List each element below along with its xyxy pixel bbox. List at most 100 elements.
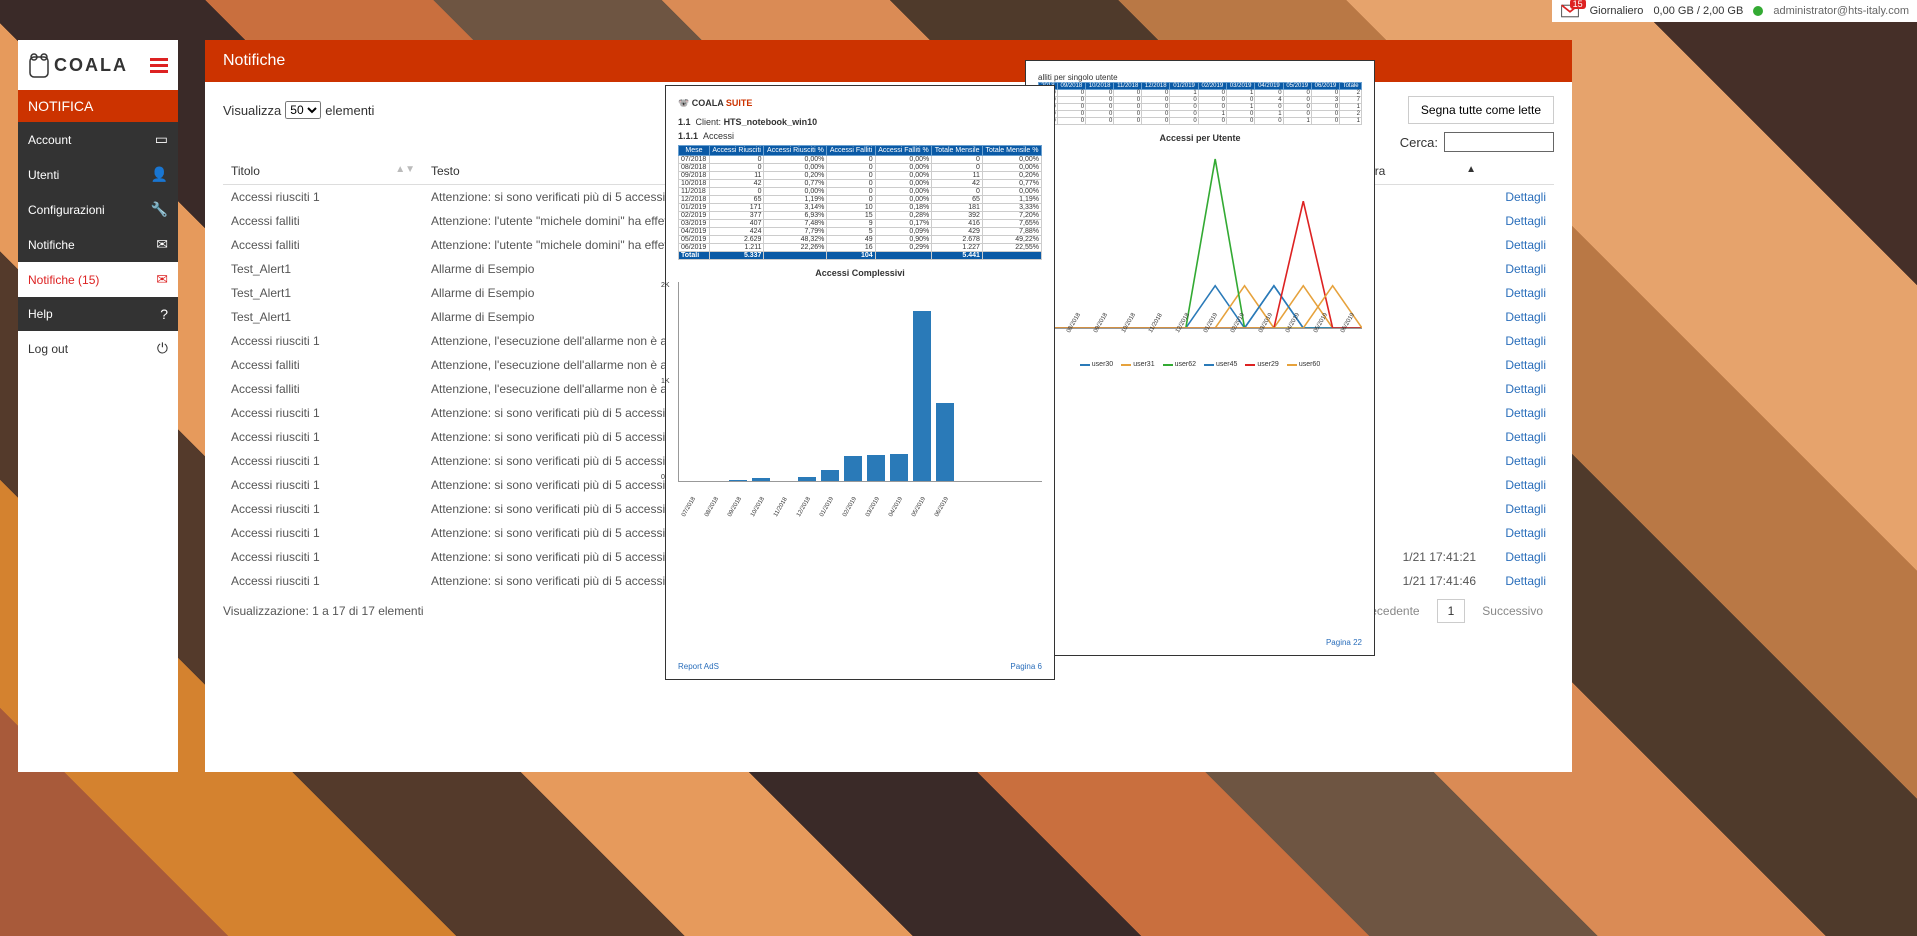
legend-item: user45 [1204,361,1237,368]
next-button[interactable]: Successivo [1471,599,1554,623]
bar [821,470,839,481]
col-title[interactable]: Titolo▲▼ [223,158,423,185]
cell-title: Accessi riusciti 1 [223,545,423,569]
detail-link[interactable]: Dettagli [1505,190,1546,204]
cell-title: Accessi riusciti 1 [223,329,423,353]
sidebar-item-help[interactable]: Help? [18,297,178,331]
cell-title: Accessi riusciti 1 [223,473,423,497]
report2-chart-title: Accessi per Utente [1038,133,1362,143]
sidebar-item-notifiche-15-[interactable]: Notifiche (15) ✉ [18,262,178,297]
sidebar-item-label: Notifiche (15) [28,273,99,287]
storage-label: 0,00 GB / 2,00 GB [1653,5,1743,17]
coala-logo-icon [28,51,50,79]
show-prefix: Visualizza [223,103,281,118]
cell-title: Accessi riusciti 1 [223,449,423,473]
detail-link[interactable]: Dettagli [1505,358,1546,372]
bar [867,455,885,481]
sidebar-item-log-out[interactable]: Log out ⏻ [18,331,178,366]
mark-all-read-button[interactable]: Segna tutte come lette [1408,96,1554,124]
search-input[interactable] [1444,132,1554,152]
detail-link[interactable]: Dettagli [1505,430,1546,444]
detail-link[interactable]: Dettagli [1505,406,1546,420]
report-page-2: alliti per singolo utente 201809/201810/… [1025,60,1375,656]
legend-item: user31 [1121,361,1154,368]
cell-title: Test_Alert1 [223,305,423,329]
sidebar-item-label: Utenti [28,168,59,182]
plan-label: Giornaliero [1590,5,1644,17]
bar [752,478,770,481]
mail-icon: ✉ [156,236,168,253]
cell-title: Accessi riusciti 1 [223,401,423,425]
detail-link[interactable]: Dettagli [1505,502,1546,516]
sidebar-item-label: Help [28,307,53,321]
sidebar-item-configurazioni[interactable]: Configurazioni 🔧 [18,192,178,227]
detail-link[interactable]: Dettagli [1505,526,1546,540]
user-email[interactable]: administrator@hts-italy.com [1773,5,1909,17]
bar-chart: 2K1K0 07/201808/201809/201810/201811/201… [678,282,1042,482]
legend-item: user29 [1245,361,1278,368]
report-page-1: 🐨 COALA SUITE 1.1 Client: HTS_notebook_w… [665,85,1055,680]
report1-footer-right: Pagina 6 [1010,662,1042,671]
sidebar-item-utenti[interactable]: Utenti👤 [18,157,178,192]
sidebar-item-label: Account [28,133,71,147]
report1-footer-left: Report AdS [678,662,719,671]
page-size-select[interactable]: 50 [285,101,321,119]
top-bar: 15 Giornaliero 0,00 GB / 2,00 GB adminis… [1552,0,1917,22]
report2-footer-right: Pagina 22 [1326,638,1362,647]
bar [890,454,908,481]
search-label: Cerca: [1400,135,1438,150]
cell-title: Accessi riusciti 1 [223,185,423,210]
table-info: Visualizzazione: 1 a 17 di 17 elementi [223,604,424,618]
sidebar-item-account[interactable]: Account ▭ [18,122,178,157]
power-icon: ⏻ [157,340,168,357]
mail-icon: ✉ [156,271,168,288]
detail-link[interactable]: Dettagli [1505,382,1546,396]
report1-chart-title: Accessi Complessivi [678,268,1042,278]
status-dot-icon [1753,6,1763,16]
legend-item: user60 [1287,361,1320,368]
cell-title: Accessi riusciti 1 [223,425,423,449]
logo-text: COALA [54,55,128,76]
bar [913,311,931,481]
detail-link[interactable]: Dettagli [1505,286,1546,300]
book-icon: ▭ [155,131,168,148]
notif-count-badge: 15 [1570,0,1586,9]
legend-item: user30 [1080,361,1113,368]
notifications-icon[interactable]: 15 [1560,3,1580,19]
cell-title: Accessi falliti [223,209,423,233]
detail-link[interactable]: Dettagli [1505,310,1546,324]
bar [936,403,954,481]
sidebar-item-notifiche[interactable]: Notifiche✉ [18,227,178,262]
report-logo: 🐨 COALA SUITE [678,98,1042,109]
report1-table: MeseAccessi RiuscitiAccessi Riusciti %Ac… [678,145,1042,260]
detail-link[interactable]: Dettagli [1505,454,1546,468]
page-current[interactable]: 1 [1437,599,1466,623]
cell-title: Test_Alert1 [223,257,423,281]
hamburger-icon[interactable] [150,58,168,73]
detail-link[interactable]: Dettagli [1505,334,1546,348]
help-icon: ? [160,306,168,322]
cell-title: Accessi falliti [223,233,423,257]
report2-section: alliti per singolo utente [1038,73,1362,82]
detail-link[interactable]: Dettagli [1505,478,1546,492]
detail-link[interactable]: Dettagli [1505,238,1546,252]
bar [844,456,862,481]
detail-link[interactable]: Dettagli [1505,214,1546,228]
bar [798,477,816,481]
cell-title: Accessi riusciti 1 [223,569,423,593]
detail-link[interactable]: Dettagli [1505,550,1546,564]
sidebar-item-label: Configurazioni [28,203,105,217]
bar [729,480,747,481]
wrench-icon: 🔧 [151,201,168,218]
sidebar-item-label: Log out [28,342,68,356]
cell-title: Accessi falliti [223,377,423,401]
cell-title: Accessi riusciti 1 [223,521,423,545]
report2-table: 201809/201810/201811/201812/201801/20190… [1038,82,1362,125]
detail-link[interactable]: Dettagli [1505,262,1546,276]
cell-title: Accessi falliti [223,353,423,377]
sidebar: COALA NOTIFICA Account▭Utenti👤Configuraz… [18,40,178,772]
cell-title: Test_Alert1 [223,281,423,305]
legend-item: user62 [1163,361,1196,368]
detail-link[interactable]: Dettagli [1505,574,1546,588]
show-suffix: elementi [325,103,374,118]
